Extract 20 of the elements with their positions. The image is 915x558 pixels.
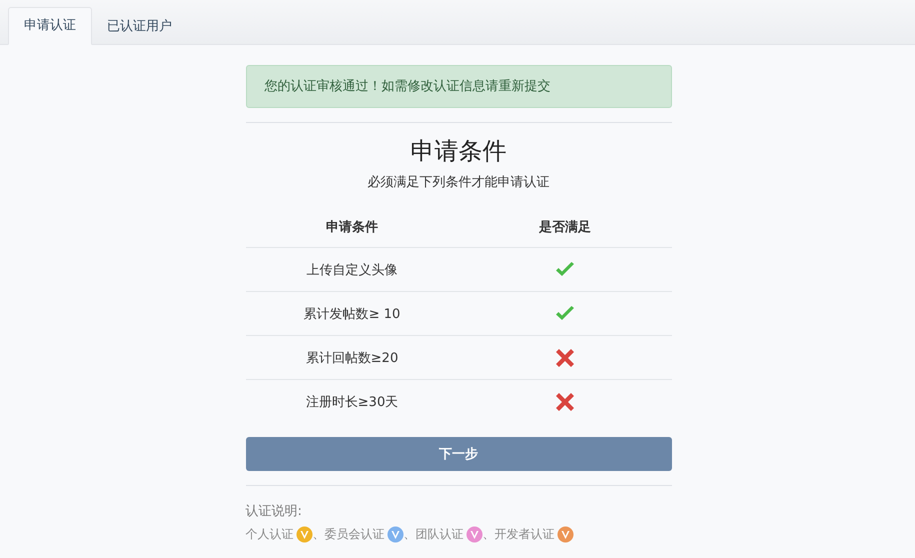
badge-label: 委员会认证 xyxy=(324,526,384,543)
success-alert: 您的认证审核通过！如需修改认证信息请重新提交 xyxy=(246,65,672,108)
separator: 、 xyxy=(404,526,416,543)
badge-label: 团队认证 xyxy=(416,526,464,543)
separator: 、 xyxy=(482,526,494,543)
badge-label: 开发者认证 xyxy=(494,526,554,543)
column-header: 申请条件 xyxy=(325,219,379,236)
separator: 、 xyxy=(312,526,324,543)
section-title: 申请条件 xyxy=(410,136,508,167)
badge-label: 个人认证 xyxy=(246,526,294,543)
next-button[interactable]: 下一步 xyxy=(246,437,672,471)
tab[interactable]: 已认证用户 xyxy=(92,9,187,45)
table-cell-text: 上传自定义头像 xyxy=(306,262,398,278)
table-cell-text: 注册时长≥30天 xyxy=(304,394,400,410)
table-cell-text: 累计回帖数≥20 xyxy=(304,350,400,366)
section-subtitle: 必须满足下列条件才能申请认证 xyxy=(366,174,550,191)
notes-heading: 认证说明: xyxy=(246,503,303,520)
tab[interactable]: 申请认证 xyxy=(8,7,92,45)
table-cell-text: 累计发帖数≥ 10 xyxy=(302,306,402,322)
column-header: 是否满足 xyxy=(538,219,592,236)
